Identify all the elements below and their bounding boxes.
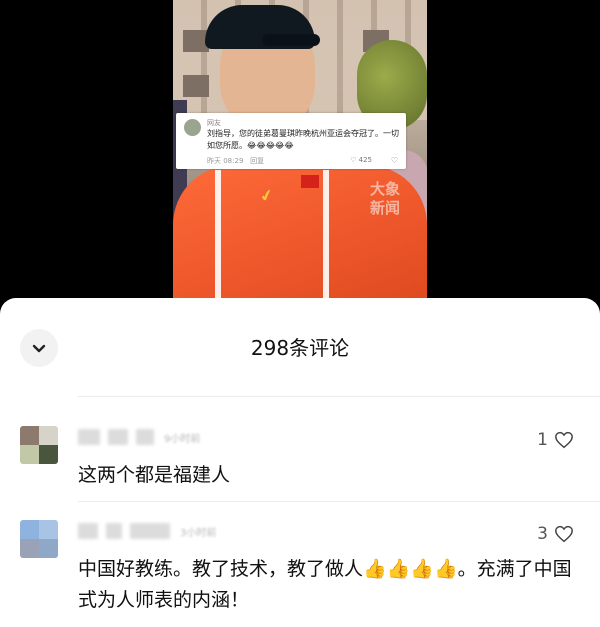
- like-count: 3: [537, 524, 548, 544]
- watermark-logo: 大象 新闻: [370, 180, 401, 217]
- comment-sheet: 298条评论 9小时前 这两个都是福建人 1 3小时前 中国好教练。教了技术，教…: [0, 298, 600, 627]
- embedded-username: 网友: [207, 119, 221, 127]
- jacket-stripe: [215, 170, 221, 300]
- username-blurred[interactable]: 3小时前: [78, 522, 216, 540]
- embedded-comment-card: 网友 刘指导，您的徒弟葛曼琪昨晚杭州亚运会夺冠了。一切如您所愿。😂😂😂😂😂 昨天…: [176, 113, 406, 169]
- jacket-stripe: [323, 170, 329, 300]
- embedded-like: ♡ 425: [350, 156, 372, 164]
- heart-outline-icon: [555, 525, 573, 543]
- blurred-name: [78, 429, 100, 445]
- embedded-reply: 回复: [250, 157, 265, 165]
- like-button[interactable]: 3: [537, 524, 574, 544]
- blurred-name: [136, 429, 154, 445]
- comment-text: 中国好教练。教了技术，教了做人👍👍👍👍。充满了中国式为人师表的内涵！: [78, 558, 572, 611]
- heart-outline-icon: [555, 431, 573, 449]
- dislike-icon: ♡: [390, 156, 398, 165]
- comment-time: 3小时前: [180, 527, 217, 539]
- embedded-comment-meta: 昨天 08:29 回复: [207, 156, 264, 166]
- like-count: 1: [537, 430, 548, 450]
- cap-brim: [262, 34, 320, 46]
- comment-count-title: 298条评论: [250, 336, 350, 360]
- embedded-like-count: 425: [358, 156, 372, 164]
- avatar[interactable]: [20, 426, 58, 464]
- comment-text: 这两个都是福建人: [78, 464, 231, 486]
- flag-patch: [301, 175, 319, 188]
- blurred-name: [78, 523, 98, 539]
- blurred-name: [106, 523, 122, 539]
- building-window: [183, 75, 209, 97]
- blurred-name: [108, 429, 128, 445]
- embedded-comment-text: 刘指导，您的徒弟葛曼琪昨晚杭州亚运会夺冠了。一切如您所愿。😂😂😂😂😂: [207, 129, 399, 150]
- divider: [78, 501, 600, 502]
- blurred-name: [130, 523, 170, 539]
- embedded-avatar: [184, 119, 201, 136]
- username-blurred[interactable]: 9小时前: [78, 428, 200, 446]
- divider: [78, 396, 600, 397]
- embedded-time: 昨天 08:29: [207, 157, 244, 165]
- video-player[interactable]: ✔ 大象 新闻 网友 刘指导，您的徒弟葛曼琪昨晚杭州亚运会夺冠了。一切如您所愿。…: [0, 0, 600, 300]
- like-button[interactable]: 1: [537, 430, 574, 450]
- avatar[interactable]: [20, 520, 58, 558]
- comment-time: 9小时前: [164, 433, 201, 445]
